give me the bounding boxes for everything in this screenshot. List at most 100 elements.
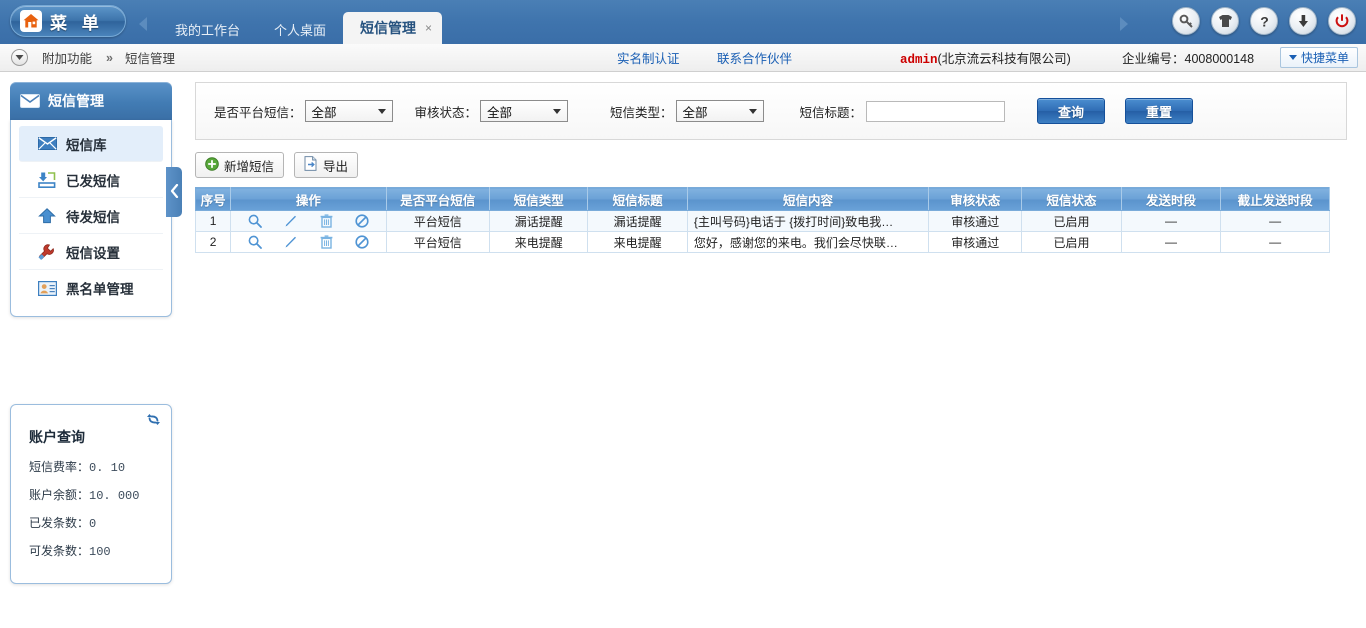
filter-platform-select[interactable]: 全部 bbox=[304, 100, 393, 122]
account-row: 已发条数：0 bbox=[29, 514, 171, 531]
col-audit: 审核状态 bbox=[928, 187, 1023, 211]
tab-close-icon[interactable]: × bbox=[425, 21, 432, 35]
trash-icon[interactable] bbox=[320, 235, 333, 249]
cell-content: {主叫号码}电话于 {拨打时间}致电我… bbox=[687, 210, 930, 232]
breadcrumb-module: 附加功能 bbox=[42, 52, 93, 66]
chevron-down-icon bbox=[553, 108, 562, 114]
account-row-label: 可发条数： bbox=[29, 544, 90, 558]
account-row-value: 0 bbox=[89, 517, 97, 531]
contact-card-icon bbox=[37, 280, 57, 296]
export-button[interactable]: 导出 bbox=[294, 152, 359, 178]
account-row-value: 10. 000 bbox=[89, 489, 140, 503]
col-content: 短信内容 bbox=[687, 187, 930, 211]
tab-personal-desktop[interactable]: 个人桌面 bbox=[257, 14, 343, 44]
col-ops: 操作 bbox=[230, 187, 387, 211]
realname-auth-link[interactable]: 实名制认证 bbox=[617, 48, 680, 67]
breadcrumb-bar: 附加功能 » 短信管理 实名制认证 联系合作伙伴 admin(北京流云科技有限公… bbox=[0, 44, 1366, 72]
sidebar-item-blacklist[interactable]: 黑名单管理 bbox=[19, 270, 163, 306]
filter-smstype-select[interactable]: 全部 bbox=[675, 100, 764, 122]
col-platform: 是否平台短信 bbox=[386, 187, 491, 211]
breadcrumb-separator: » bbox=[106, 50, 113, 65]
chevron-down-circle-icon[interactable] bbox=[11, 49, 28, 66]
table-row[interactable]: 1 平台短信 漏话提醒 漏话提醒 {主叫号码}电话于 {拨打时间}致电我… 审核… bbox=[194, 210, 1330, 232]
cell-audit: 审核通过 bbox=[928, 231, 1023, 253]
inbox-down-icon bbox=[37, 171, 57, 188]
col-type: 短信类型 bbox=[489, 187, 589, 211]
filter-smstype-label: 短信类型： bbox=[610, 105, 673, 120]
key-icon[interactable] bbox=[1172, 7, 1200, 35]
col-deadline: 截止发送时段 bbox=[1220, 187, 1330, 211]
cell-title: 漏话提醒 bbox=[587, 210, 688, 232]
account-row-value: 100 bbox=[89, 545, 111, 559]
filter-title-input[interactable] bbox=[866, 100, 1006, 122]
enterprise-number: 企业编号：4008000148 bbox=[1122, 48, 1254, 67]
sidebar-item-sms-settings[interactable]: 短信设置 bbox=[19, 234, 163, 270]
filter-smstype-value: 全部 bbox=[682, 105, 708, 120]
reset-button[interactable]: 重置 bbox=[1125, 98, 1194, 124]
tab-strip: 我的工作台 个人桌面 短信管理 × bbox=[158, 0, 443, 44]
svg-text:?: ? bbox=[1260, 13, 1269, 29]
sidebar-header: 短信管理 bbox=[10, 82, 172, 120]
add-sms-label: 新增短信 bbox=[224, 159, 275, 174]
tab-my-workbench[interactable]: 我的工作台 bbox=[158, 14, 257, 44]
sidebar-item-sent-sms[interactable]: 已发短信 bbox=[19, 162, 163, 198]
cell-deadline: — bbox=[1220, 210, 1330, 232]
filter-audit-select[interactable]: 全部 bbox=[480, 100, 569, 122]
pencil-icon[interactable] bbox=[284, 214, 298, 228]
sidebar-title: 短信管理 bbox=[48, 93, 104, 109]
help-icon[interactable]: ? bbox=[1250, 7, 1278, 35]
refresh-icon[interactable] bbox=[146, 413, 161, 429]
power-icon[interactable] bbox=[1328, 7, 1356, 35]
table-header: 序号 操作 是否平台短信 短信类型 短信标题 短信内容 审核状态 短信状态 发送… bbox=[194, 187, 1330, 211]
download-icon[interactable] bbox=[1289, 7, 1317, 35]
cell-operations bbox=[230, 231, 387, 253]
sidebar-item-label: 已发短信 bbox=[66, 173, 120, 189]
chevron-down-icon bbox=[748, 108, 757, 114]
account-row: 账户余额：10. 000 bbox=[29, 486, 171, 503]
search-button[interactable]: 查询 bbox=[1037, 98, 1106, 124]
cell-type: 来电提醒 bbox=[489, 231, 589, 253]
search-icon[interactable] bbox=[248, 235, 262, 249]
sidebar-collapse-handle[interactable] bbox=[166, 167, 182, 217]
ban-icon[interactable] bbox=[355, 235, 369, 249]
admin-user-info: admin(北京流云科技有限公司) bbox=[900, 48, 1071, 67]
export-label: 导出 bbox=[323, 159, 349, 174]
add-sms-button[interactable]: 新增短信 bbox=[195, 152, 285, 178]
cell-content: 您好，感谢您的来电。我们会尽快联… bbox=[687, 231, 930, 253]
filter-audit-label: 审核状态： bbox=[414, 105, 478, 120]
cell-title: 来电提醒 bbox=[587, 231, 688, 253]
cell-status: 已启用 bbox=[1021, 231, 1122, 253]
toolbar-icons: ? bbox=[1172, 7, 1356, 35]
trash-icon[interactable] bbox=[320, 214, 333, 228]
quick-menu-label: 快捷菜单 bbox=[1300, 51, 1349, 65]
sidebar-item-pending-sms[interactable]: 待发短信 bbox=[19, 198, 163, 234]
tab-sms-management[interactable]: 短信管理 × bbox=[343, 12, 443, 44]
filter-bar: 是否平台短信： 全部 审核状态： 全部 短信类型： 全部 短信标题： 查询 重置 bbox=[195, 82, 1347, 140]
ban-icon[interactable] bbox=[355, 214, 369, 228]
wrench-icon bbox=[37, 243, 57, 260]
sidebar-item-label: 短信库 bbox=[66, 137, 107, 153]
table-row[interactable]: 2 平台短信 来电提醒 来电提醒 您好，感谢您的来电。我们会尽快联… 审核通过 … bbox=[194, 231, 1330, 253]
tab-scroll-left-icon[interactable] bbox=[136, 14, 152, 34]
admin-company: (北京流云科技有限公司) bbox=[937, 52, 1071, 66]
cell-deadline: — bbox=[1220, 231, 1330, 253]
tab-scroll-right-icon[interactable] bbox=[1115, 14, 1131, 34]
contact-partner-link[interactable]: 联系合作伙伴 bbox=[717, 48, 792, 67]
quick-menu-button[interactable]: 快捷菜单 bbox=[1279, 47, 1358, 68]
enterprise-number-value: 4008000148 bbox=[1184, 52, 1255, 66]
table-header-row: 序号 操作 是否平台短信 短信类型 短信标题 短信内容 审核状态 短信状态 发送… bbox=[194, 187, 1330, 211]
pencil-icon[interactable] bbox=[284, 235, 298, 249]
plus-circle-icon bbox=[205, 156, 219, 174]
account-row: 短信费率：0. 10 bbox=[29, 458, 171, 475]
tab-label: 我的工作台 bbox=[175, 22, 241, 38]
cell-no: 1 bbox=[194, 210, 232, 232]
tab-label: 短信管理 bbox=[360, 20, 417, 36]
sidebar-item-sms-library[interactable]: 短信库 bbox=[19, 126, 163, 162]
search-icon[interactable] bbox=[248, 214, 262, 228]
filter-audit: 审核状态： 全部 bbox=[415, 100, 569, 122]
main-menu-button[interactable]: 菜 单 bbox=[10, 5, 126, 37]
filter-platform-label: 是否平台短信： bbox=[214, 105, 302, 120]
skin-icon[interactable] bbox=[1211, 7, 1239, 35]
sidebar-item-label: 黑名单管理 bbox=[66, 282, 134, 297]
cell-audit: 审核通过 bbox=[928, 210, 1023, 232]
